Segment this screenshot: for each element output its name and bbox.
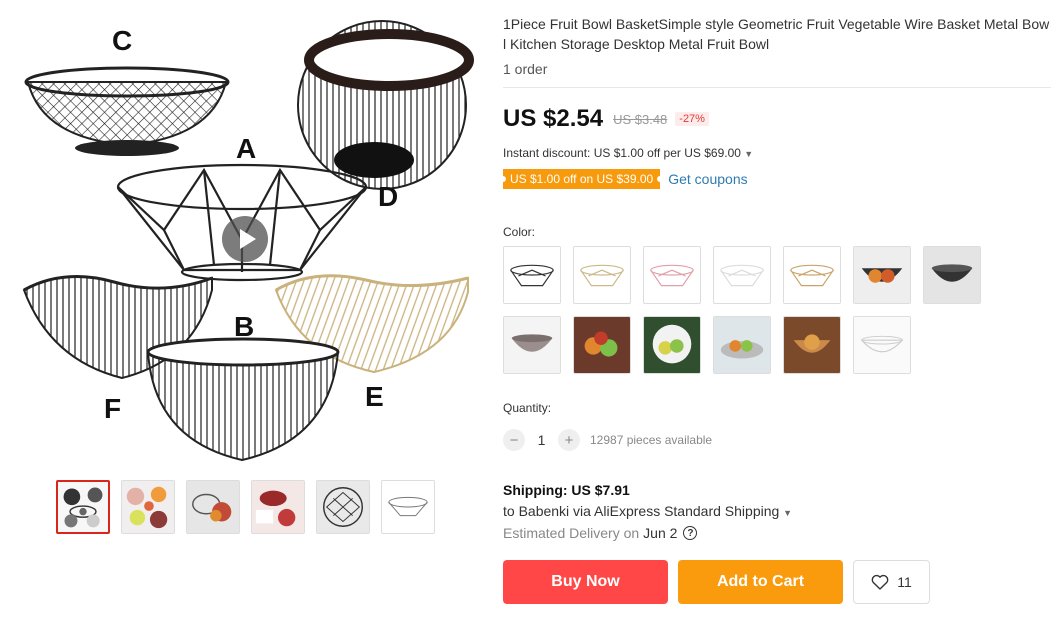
color-swatch-4[interactable] (713, 246, 771, 304)
help-icon[interactable]: ? (683, 526, 698, 540)
product-info: 1Piece Fruit Bowl BasketSimple style Geo… (499, 14, 1051, 604)
discount-badge: -27% (675, 112, 709, 126)
current-price: US $2.54 (503, 105, 604, 132)
color-swatch-5[interactable] (783, 246, 841, 304)
color-swatch-11[interactable] (713, 316, 771, 374)
coupon-tag: US $1.00 off on US $39.00 (499, 169, 664, 189)
product-title: 1Piece Fruit Bowl BasketSimple style Geo… (503, 16, 1050, 52)
chevron-down-icon: ▼ (744, 149, 754, 159)
delivery-date: Jun 2 (643, 525, 678, 541)
color-swatch-1[interactable] (503, 246, 561, 304)
label-d: D (378, 181, 398, 212)
quantity-plus-button[interactable]: + (558, 429, 580, 451)
thumbnail-2[interactable] (121, 480, 175, 534)
quantity-label: Quantity: (503, 401, 552, 415)
thumbnail-6[interactable] (381, 480, 435, 534)
color-swatch-12[interactable] (783, 316, 841, 374)
thumbnail-strip (56, 480, 435, 534)
get-coupons-link[interactable]: Get coupons (668, 171, 747, 187)
label-f: F (104, 393, 121, 424)
color-swatch-13[interactable] (853, 316, 911, 374)
heart-icon (871, 574, 889, 590)
color-swatch-2[interactable] (573, 246, 631, 304)
stock-available: 12987 pieces available (590, 433, 713, 447)
color-swatch-9[interactable] (573, 316, 631, 374)
buy-now-button[interactable]: Buy Now (503, 560, 668, 604)
order-count: 1 order (503, 61, 548, 77)
shipping-cost: Shipping: US $7.91 (503, 482, 630, 498)
thumbnail-4[interactable] (251, 480, 305, 534)
quantity-minus-button[interactable]: − (503, 429, 525, 451)
add-to-cart-button[interactable]: Add to Cart (678, 560, 843, 604)
divider (503, 87, 1051, 88)
bowl-d: D (297, 20, 474, 212)
main-product-image[interactable]: C D A F E B (14, 10, 474, 465)
delivery-label: Estimated Delivery on (503, 525, 640, 541)
video-play-button[interactable] (222, 216, 268, 262)
bowl-c: C (24, 25, 230, 156)
estimated-delivery: Estimated Delivery on Jun 2 ? (503, 525, 1051, 541)
thumbnail-5[interactable] (316, 480, 370, 534)
color-swatch-8[interactable] (503, 316, 561, 374)
instant-discount-text: Instant discount: US $1.00 off per US $6… (503, 146, 741, 160)
action-buttons: Buy Now Add to Cart 11 (503, 560, 1051, 604)
thumbnail-1[interactable] (56, 480, 110, 534)
shipping-route-text: to Babenki via AliExpress Standard Shipp… (503, 503, 780, 519)
color-label: Color: (503, 225, 536, 239)
thumbnail-3[interactable] (186, 480, 240, 534)
shipping-section: Shipping: US $7.91 to Babenki via AliExp… (503, 482, 1051, 541)
shipping-route[interactable]: to Babenki via AliExpress Standard Shipp… (503, 503, 1051, 519)
label-b: B (234, 311, 254, 342)
quantity-stepper: − + 12987 pieces available (503, 429, 1051, 451)
label-c: C (112, 25, 132, 56)
color-swatch-6[interactable] (853, 246, 911, 304)
chevron-down-icon: ▼ (783, 508, 793, 518)
color-swatch-grid (503, 246, 1051, 374)
color-swatch-10[interactable] (643, 316, 701, 374)
wishlist-count: 11 (897, 574, 912, 590)
instant-discount[interactable]: Instant discount: US $1.00 off per US $6… (503, 146, 1051, 160)
coupon-row: US $1.00 off on US $39.00 Get coupons (499, 169, 1051, 189)
price-row: US $2.54 US $3.48 -27% (503, 105, 1051, 133)
original-price: US $3.48 (613, 111, 668, 127)
quantity-input[interactable] (525, 432, 558, 448)
label-a: A (236, 133, 256, 164)
label-e: E (365, 381, 384, 412)
color-swatch-7[interactable] (923, 246, 981, 304)
color-swatch-3[interactable] (643, 246, 701, 304)
wishlist-button[interactable]: 11 (853, 560, 930, 604)
